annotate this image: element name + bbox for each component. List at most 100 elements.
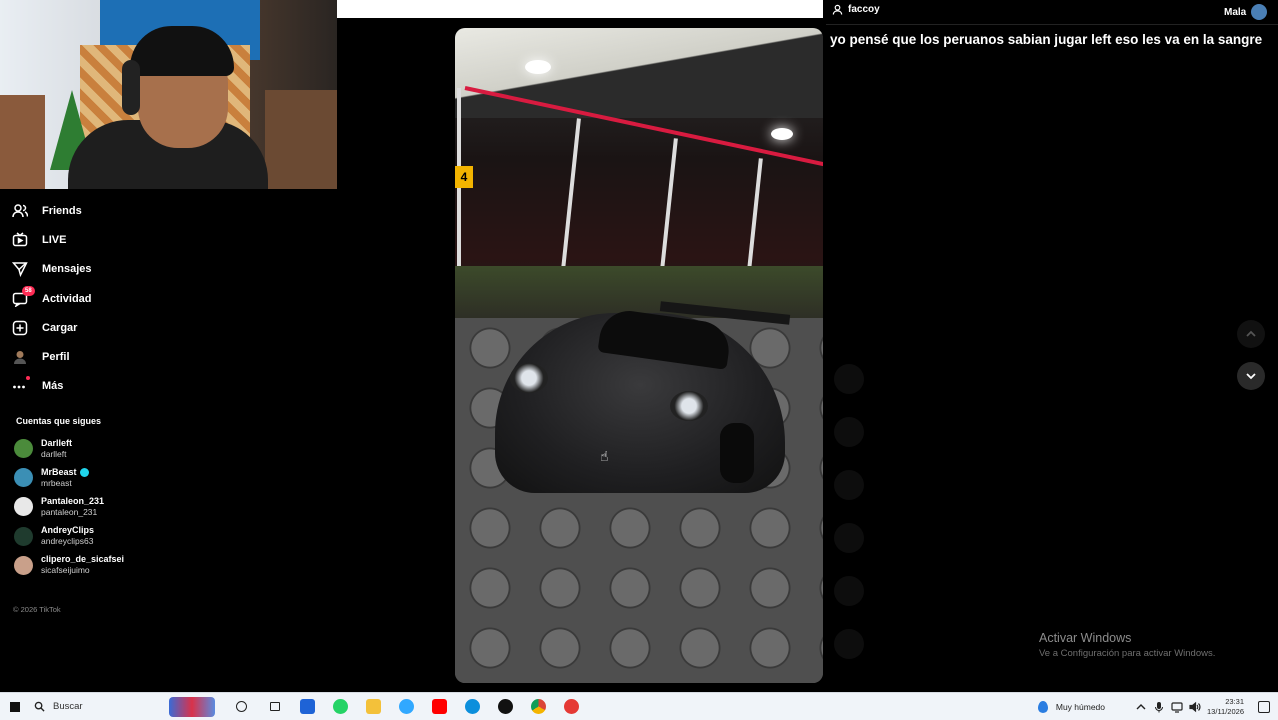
following-account-pantaleon[interactable]: Pantaleon_231 pantaleon_231: [14, 492, 124, 521]
next-video-button[interactable]: [1237, 362, 1265, 390]
following-account-darlleft[interactable]: Darlleft darlleft: [14, 434, 124, 463]
network-icon[interactable]: [1171, 701, 1183, 713]
video-player[interactable]: 4 ☝: [455, 28, 823, 683]
webcam-chair: [0, 95, 45, 189]
more-dots-icon: [12, 376, 42, 394]
profile-avatar-icon: [12, 349, 42, 365]
account-handle: andreyclips63: [41, 536, 94, 547]
sidebar-item-label: Friends: [42, 204, 82, 217]
weather-text: Muy húmedo: [1055, 702, 1106, 712]
chrome-alt-icon[interactable]: [555, 693, 588, 720]
volume-icon[interactable]: [1189, 701, 1201, 713]
sidebar-item-perfil[interactable]: Perfil: [12, 342, 212, 371]
author-header[interactable]: faccoy: [832, 4, 880, 15]
account-name: AndreyClips: [41, 525, 95, 536]
windows-activation-watermark: Activar Windows Ve a Configuración para …: [1039, 631, 1215, 659]
chevron-down-icon: [1246, 373, 1256, 380]
video-caption: yo pensé que los peruanos sabian jugar l…: [830, 32, 1263, 47]
account-name: clipero_de_sicafsei: [41, 554, 125, 565]
following-account-mrbeast[interactable]: MrBeast mrbeast: [14, 463, 124, 492]
sidebar-item-mensajes[interactable]: Mensajes: [12, 255, 212, 284]
system-tray: Muy húmedo 23:31 13/11/2026: [1037, 693, 1278, 720]
author-username: faccoy: [848, 4, 880, 15]
header-right-user[interactable]: Mala: [1224, 4, 1268, 20]
webcam-headset: [122, 60, 140, 115]
sidebar-item-label: Mensajes: [42, 263, 92, 276]
following-account-clipero[interactable]: clipero_de_sicafsei sicafseijuimo: [14, 551, 124, 580]
video-ceiling-light: [771, 128, 793, 140]
video-ceiling-light: [525, 60, 551, 74]
avatar: [14, 526, 33, 546]
chevron-up-icon[interactable]: [1135, 701, 1147, 713]
photoshop-icon[interactable]: [390, 693, 423, 720]
copyright-text: © 2026 TikTok: [13, 605, 61, 614]
search-highlight-widget[interactable]: [169, 696, 215, 717]
following-section-title: Cuentas que sigues: [16, 416, 102, 426]
activity-icon: 58: [12, 285, 42, 307]
header-divider: [826, 24, 1278, 25]
sidebar-item-cargar[interactable]: Cargar: [12, 313, 212, 342]
following-account-andreyclips[interactable]: AndreyClips andreyclips63: [14, 522, 124, 551]
chrome-icon[interactable]: [522, 693, 555, 720]
live-tv-icon: [12, 232, 42, 248]
header-right-label: Mala: [1224, 6, 1247, 18]
edge-icon[interactable]: [456, 693, 489, 720]
sidebar-item-live[interactable]: LIVE: [12, 225, 212, 254]
windows-logo-icon: [10, 701, 20, 712]
capcut-icon[interactable]: [489, 693, 522, 720]
account-handle: sicafseijuimo: [41, 565, 90, 576]
avatar: [14, 468, 33, 488]
clock-date: 13/11/2026: [1207, 707, 1244, 716]
sidebar-item-label: LIVE: [42, 233, 67, 246]
action-button-share[interactable]: [834, 576, 864, 606]
top-white-strip: [337, 0, 823, 18]
action-button-save[interactable]: [834, 523, 864, 553]
sidebar-item-label: Más: [42, 380, 64, 393]
sidebar-item-label: Perfil: [42, 351, 70, 364]
whatsapp-icon[interactable]: [324, 693, 357, 720]
account-name: Pantaleon_231: [41, 495, 105, 506]
account-handle: darlleft: [41, 448, 67, 459]
windows-taskbar: Buscar Muy húmedo 23:31 13/11/2026: [0, 692, 1278, 720]
youtube-icon[interactable]: [423, 693, 456, 720]
start-button[interactable]: [0, 693, 30, 720]
action-button-comment[interactable]: [834, 470, 864, 500]
webcam-desk: [265, 90, 337, 189]
avatar: [14, 555, 33, 575]
microphone-icon[interactable]: [1153, 701, 1165, 713]
weather-widget[interactable]: Muy húmedo: [1037, 701, 1106, 713]
action-button-like[interactable]: [834, 417, 864, 447]
video-car-headlight: [510, 363, 548, 393]
chevron-up-icon: [1246, 330, 1256, 337]
video-sign-number: 4: [455, 166, 473, 188]
cortana-circle-icon[interactable]: [225, 693, 258, 720]
account-handle: pantaleon_231: [41, 506, 98, 517]
upload-plus-icon: [12, 320, 42, 336]
previous-video-button[interactable]: [1237, 320, 1265, 348]
search-placeholder: Buscar: [53, 701, 83, 712]
humidity-drop-icon: [1037, 701, 1048, 713]
account-name: Darlleft: [41, 437, 73, 448]
sidebar-item-label: Cargar: [42, 321, 78, 334]
following-list: Darlleft darlleft MrBeast mrbeast Pantal…: [14, 434, 124, 580]
sidebar-nav: Friends LIVE Mensajes 58 Actividad Carga…: [12, 196, 212, 401]
user-icon: [832, 4, 843, 15]
action-button-music[interactable]: [834, 629, 864, 659]
watermark-title: Activar Windows: [1039, 631, 1132, 645]
mail-icon[interactable]: [291, 693, 324, 720]
account-handle: mrbeast: [41, 477, 72, 488]
task-view-icon[interactable]: [258, 693, 291, 720]
notification-center-icon[interactable]: [1258, 701, 1270, 713]
file-explorer-icon[interactable]: [357, 693, 390, 720]
sidebar-item-friends[interactable]: Friends: [12, 196, 212, 225]
video-car-wheel: [720, 423, 754, 483]
activity-badge: 58: [22, 285, 35, 296]
avatar: [14, 497, 33, 517]
webcam-overlay: [0, 0, 337, 189]
taskbar-clock[interactable]: 23:31 13/11/2026: [1207, 697, 1244, 717]
sidebar-item-mas[interactable]: Más: [12, 372, 212, 401]
video-car-headlight: [670, 391, 708, 421]
action-button-avatar[interactable]: [834, 364, 864, 394]
friends-icon: [12, 203, 42, 219]
sidebar-item-actividad[interactable]: 58 Actividad: [12, 284, 212, 313]
